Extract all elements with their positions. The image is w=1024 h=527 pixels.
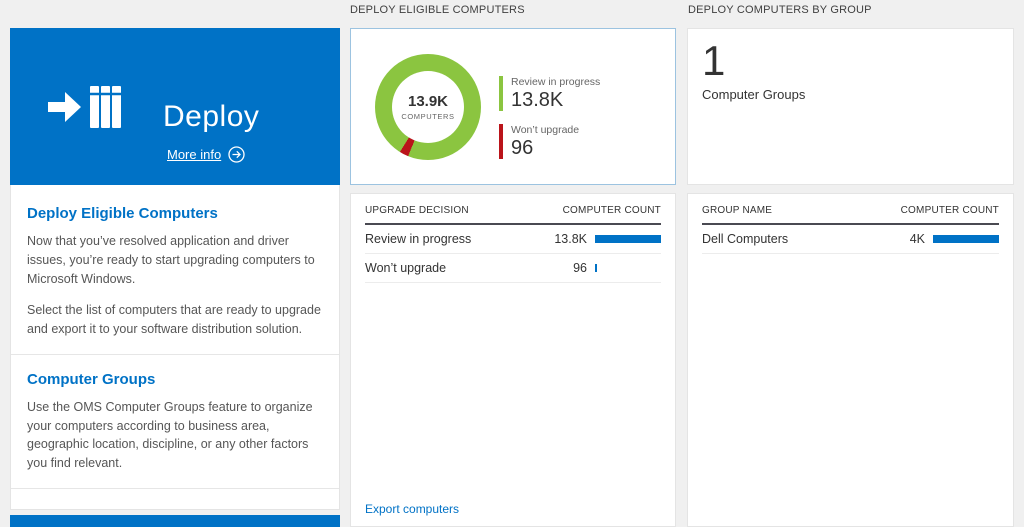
more-info-link[interactable]: More info — [167, 146, 245, 163]
row-label: Won’t upgrade — [365, 261, 549, 275]
section-divider — [11, 354, 339, 355]
legend-item-review-in-progress: Review in progress 13.8K — [499, 76, 600, 111]
legend-value: 13.8K — [511, 89, 600, 111]
column-header-computer-count: COMPUTER COUNT — [563, 205, 661, 216]
deploy-icon — [46, 78, 130, 141]
table-row[interactable]: Review in progress 13.8K — [365, 225, 661, 254]
donut-legend: Review in progress 13.8K Won’t upgrade 9… — [499, 76, 600, 172]
count-bar — [595, 235, 661, 243]
legend-label: Review in progress — [511, 76, 600, 88]
legend-label: Won’t upgrade — [511, 124, 579, 136]
table-header-row: GROUP NAME COMPUTER COUNT — [702, 194, 999, 225]
donut-chart: 13.9K COMPUTERS — [375, 54, 481, 160]
eligible-computers-donut-tile[interactable]: 13.9K COMPUTERS Review in progress 13.8K… — [350, 28, 676, 185]
deploy-dashboard: { "colors": { "accent_blue": "#0072c6", … — [0, 0, 1024, 527]
left-footer-bar — [10, 515, 340, 527]
legend-color-bar — [499, 124, 503, 159]
row-label: Dell Computers — [702, 232, 887, 246]
section-paragraph: Now that you’ve resolved application and… — [27, 232, 323, 288]
more-info-label: More info — [167, 147, 221, 162]
group-table: GROUP NAME COMPUTER COUNT Dell Computers… — [687, 193, 1014, 527]
legend-color-bar — [499, 76, 503, 111]
section-heading-deploy-eligible: Deploy Eligible Computers — [27, 205, 323, 222]
table-header-row: UPGRADE DECISION COMPUTER COUNT — [365, 194, 661, 225]
count-bar — [595, 264, 597, 272]
deploy-hero-tile: Deploy More info — [10, 28, 340, 185]
table-row[interactable]: Dell Computers 4K — [702, 225, 999, 254]
middle-column-header: DEPLOY ELIGIBLE COMPUTERS — [350, 4, 525, 16]
row-label: Review in progress — [365, 232, 549, 246]
upgrade-decision-table: UPGRADE DECISION COMPUTER COUNT Review i… — [350, 193, 676, 527]
donut-center: 13.9K COMPUTERS — [392, 71, 464, 143]
left-description-panel: Deploy Eligible Computers Now that you’v… — [10, 185, 340, 510]
page-title: Deploy — [163, 100, 259, 134]
column-header-computer-count: COMPUTER COUNT — [901, 205, 999, 216]
row-value: 13.8K — [549, 232, 587, 246]
donut-center-label: COMPUTERS — [401, 112, 454, 121]
export-computers-link[interactable]: Export computers — [365, 502, 459, 516]
count-bar — [933, 235, 999, 243]
row-value: 4K — [887, 232, 925, 246]
row-value: 96 — [549, 261, 587, 275]
legend-item-wont-upgrade: Won’t upgrade 96 — [499, 124, 600, 159]
legend-value: 96 — [511, 137, 579, 159]
column-header-group-name: GROUP NAME — [702, 205, 772, 216]
section-heading-computer-groups: Computer Groups — [27, 371, 323, 388]
group-count-label: Computer Groups — [702, 87, 999, 102]
row-bar-track — [933, 235, 999, 243]
section-paragraph: Select the list of computers that are re… — [27, 301, 323, 339]
group-count-value: 1 — [702, 37, 999, 85]
section-divider — [11, 488, 339, 489]
row-bar-track — [595, 235, 661, 243]
donut-center-value: 13.9K — [408, 93, 448, 110]
row-bar-track — [595, 264, 661, 272]
more-info-arrow-icon — [228, 146, 245, 163]
right-column-header: DEPLOY COMPUTERS BY GROUP — [688, 4, 872, 16]
computer-groups-count-tile[interactable]: 1 Computer Groups — [687, 28, 1014, 185]
column-header-upgrade-decision: UPGRADE DECISION — [365, 205, 469, 216]
section-paragraph: Use the OMS Computer Groups feature to o… — [27, 398, 323, 473]
table-row[interactable]: Won’t upgrade 96 — [365, 254, 661, 283]
